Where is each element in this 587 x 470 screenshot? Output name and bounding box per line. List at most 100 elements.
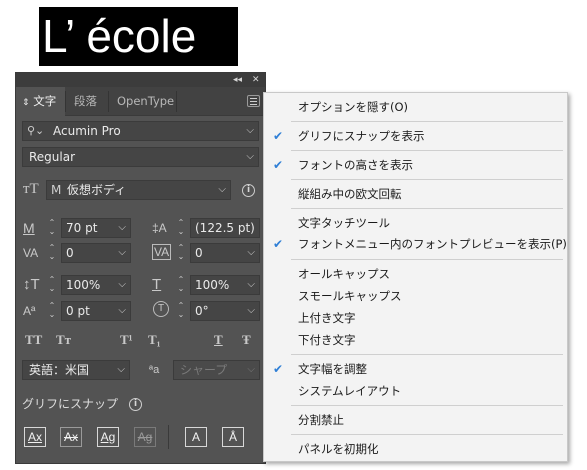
antialias-select[interactable]: シャープ ⌵ [173, 360, 260, 380]
language-value: 英語：米国 [29, 363, 90, 377]
frame-icon: M [51, 183, 62, 197]
menu-separator [291, 179, 563, 180]
menu-separator [291, 121, 563, 122]
underline-icon[interactable]: T [214, 331, 223, 349]
font-style-select[interactable]: Regular ⌵ [22, 147, 259, 167]
tab-label: 段落 [74, 94, 97, 108]
menu-item-small-caps[interactable]: スモールキャップス [264, 285, 567, 307]
tab-label: OpenType [117, 94, 175, 108]
menu-item-vertical-roman-rotation[interactable]: 縦組み中の欧文回転 [264, 183, 567, 205]
menu-separator [291, 354, 563, 355]
leading-stepper[interactable]: ⌃ ⌄ [174, 218, 188, 238]
collapse-icon[interactable]: ◂◂ [233, 73, 242, 87]
menu-item-label: グリフにスナップを表示 [298, 129, 425, 143]
tracking-input[interactable]: 0 ⌵ [190, 243, 260, 263]
tab-divider [176, 91, 177, 112]
tab-divider [108, 91, 109, 112]
menu-item-label: パネルを初期化 [298, 442, 379, 456]
chevron-down-icon: ⌵ [247, 364, 255, 375]
chevron-down-icon: ⌵ [118, 247, 126, 258]
all-caps-icon[interactable]: TT [25, 331, 42, 349]
tracking-stepper[interactable]: ⌃ ⌄ [174, 243, 188, 263]
font-size-stepper[interactable]: ⌃ ⌄ [45, 218, 59, 238]
frame-type-value: 仮想ボディ [67, 183, 127, 197]
menu-item-reset-panel[interactable]: パネルを初期化 [264, 438, 567, 460]
vertical-scale-input[interactable]: 100% ⌵ [61, 275, 131, 295]
menu-item-font-preview[interactable]: ✔ フォントメニュー内のフォントプレビューを表示(P) [264, 233, 567, 255]
snap-proximity-icon[interactable]: Ag [134, 427, 156, 447]
subscript-icon[interactable]: T₁ [148, 331, 161, 349]
vertical-scale-stepper[interactable]: ⌃ ⌄ [45, 275, 59, 295]
horizontal-scale-stepper[interactable]: ⌃ ⌄ [174, 275, 188, 295]
baseline-shift-value: 0 pt [66, 304, 90, 318]
menu-item-system-layout[interactable]: システムレイアウト [264, 380, 567, 402]
font-family-select[interactable]: ⚲⌄ Acumin Pro ⌵ [22, 121, 259, 141]
rotation-icon: T [153, 301, 169, 317]
chevron-down-icon: ⌵ [117, 364, 125, 375]
snap-to-glyph-label: グリフにスナップ [22, 397, 119, 411]
menu-item-label: 分割禁止 [298, 413, 344, 427]
menu-item-label: システムレイアウト [298, 384, 402, 398]
tracking-value: 0 [195, 246, 203, 260]
menu-item-label: 上付き文字 [298, 311, 356, 325]
menu-item-show-font-height[interactable]: ✔ フォントの高さを表示 [264, 154, 567, 176]
snap-baseline-icon[interactable]: Ax [24, 427, 46, 447]
tab-paragraph[interactable]: 段落 [68, 87, 103, 116]
checkmark-icon: ✔ [273, 158, 284, 172]
menu-separator [291, 150, 563, 151]
info-icon[interactable]: i [242, 184, 255, 197]
kerning-value: 0 [66, 246, 74, 260]
chevron-down-icon: ⌵ [247, 247, 255, 258]
menu-item-label: オールキャップス [298, 267, 390, 281]
font-size-icon: M [23, 220, 35, 236]
chevron-down-icon: ⌵ [218, 184, 226, 195]
leading-input[interactable]: (122.5 pt) [190, 218, 260, 238]
baseline-shift-input[interactable]: 0 pt ⌵ [61, 301, 131, 321]
menu-separator [291, 434, 563, 435]
snap-xheight-icon[interactable]: Ax [60, 427, 82, 447]
menu-separator [291, 259, 563, 260]
font-size-input[interactable]: 70 pt ⌵ [61, 218, 131, 238]
updown-icon: ⇕ [22, 98, 30, 108]
menu-item-all-caps[interactable]: オールキャップス [264, 263, 567, 285]
menu-item-superscript[interactable]: 上付き文字 [264, 307, 567, 329]
baseline-shift-stepper[interactable]: ⌃ ⌄ [45, 301, 59, 321]
rotation-input[interactable]: 0° ⌵ [190, 301, 260, 321]
kerning-icon: VA [23, 246, 39, 260]
character-panel: ◂◂ ✕ ⇕ 文字 段落 OpenType ⚲⌄ Acumin Pro ⌵ Re… [15, 72, 266, 464]
rotation-stepper[interactable]: ⌃ ⌄ [174, 301, 188, 321]
close-icon[interactable]: ✕ [252, 73, 260, 87]
snap-anchor-icon[interactable]: Å [222, 427, 244, 447]
snap-angular-icon[interactable]: A [185, 427, 207, 447]
horizontal-scale-input[interactable]: 100% ⌵ [190, 275, 260, 295]
info-icon[interactable]: i [129, 398, 142, 411]
menu-item-label: フォントメニュー内のフォントプレビューを表示(P) [298, 237, 567, 251]
menu-item-show-snap-to-glyph[interactable]: ✔ グリフにスナップを表示 [264, 125, 567, 147]
kerning-stepper[interactable]: ⌃ ⌄ [45, 243, 59, 263]
leading-icon: ‡A [152, 221, 167, 235]
frame-type-select[interactable]: M 仮想ボディ ⌵ [46, 180, 231, 200]
checkmark-icon: ✔ [273, 237, 284, 251]
snap-glyph-bounds-icon[interactable]: Ag [97, 427, 119, 447]
panel-menu-icon[interactable] [247, 95, 260, 107]
menu-item-fit-width[interactable]: ✔ 文字幅を調整 [264, 358, 567, 380]
chevron-down-icon: ⌵ [118, 222, 126, 233]
language-select[interactable]: 英語：米国 ⌵ [22, 360, 130, 380]
panel-titlebar: ◂◂ ✕ [16, 73, 265, 87]
tab-opentype[interactable]: OpenType [111, 87, 180, 116]
menu-item-hide-options[interactable]: オプションを隠す(O) [264, 96, 567, 118]
small-caps-icon[interactable]: Tт [56, 331, 71, 349]
kerning-input[interactable]: 0 ⌵ [61, 243, 131, 263]
search-icon: ⚲⌄ [27, 124, 45, 137]
menu-item-touch-type-tool[interactable]: 文字タッチツール [264, 212, 567, 234]
rotation-value: 0° [195, 304, 209, 318]
antialias-icon: ªa [149, 364, 160, 376]
menu-item-no-break[interactable]: 分割禁止 [264, 409, 567, 431]
menu-item-subscript[interactable]: 下付き文字 [264, 329, 567, 351]
chevron-down-icon: ⌵ [246, 125, 254, 136]
horizontal-scale-value: 100% [195, 278, 230, 292]
baseline-shift-icon: Aª [23, 304, 36, 318]
superscript-icon[interactable]: T¹ [120, 331, 133, 349]
strikethrough-icon[interactable]: Ŧ [242, 331, 251, 349]
tab-character[interactable]: ⇕ 文字 [16, 87, 65, 116]
